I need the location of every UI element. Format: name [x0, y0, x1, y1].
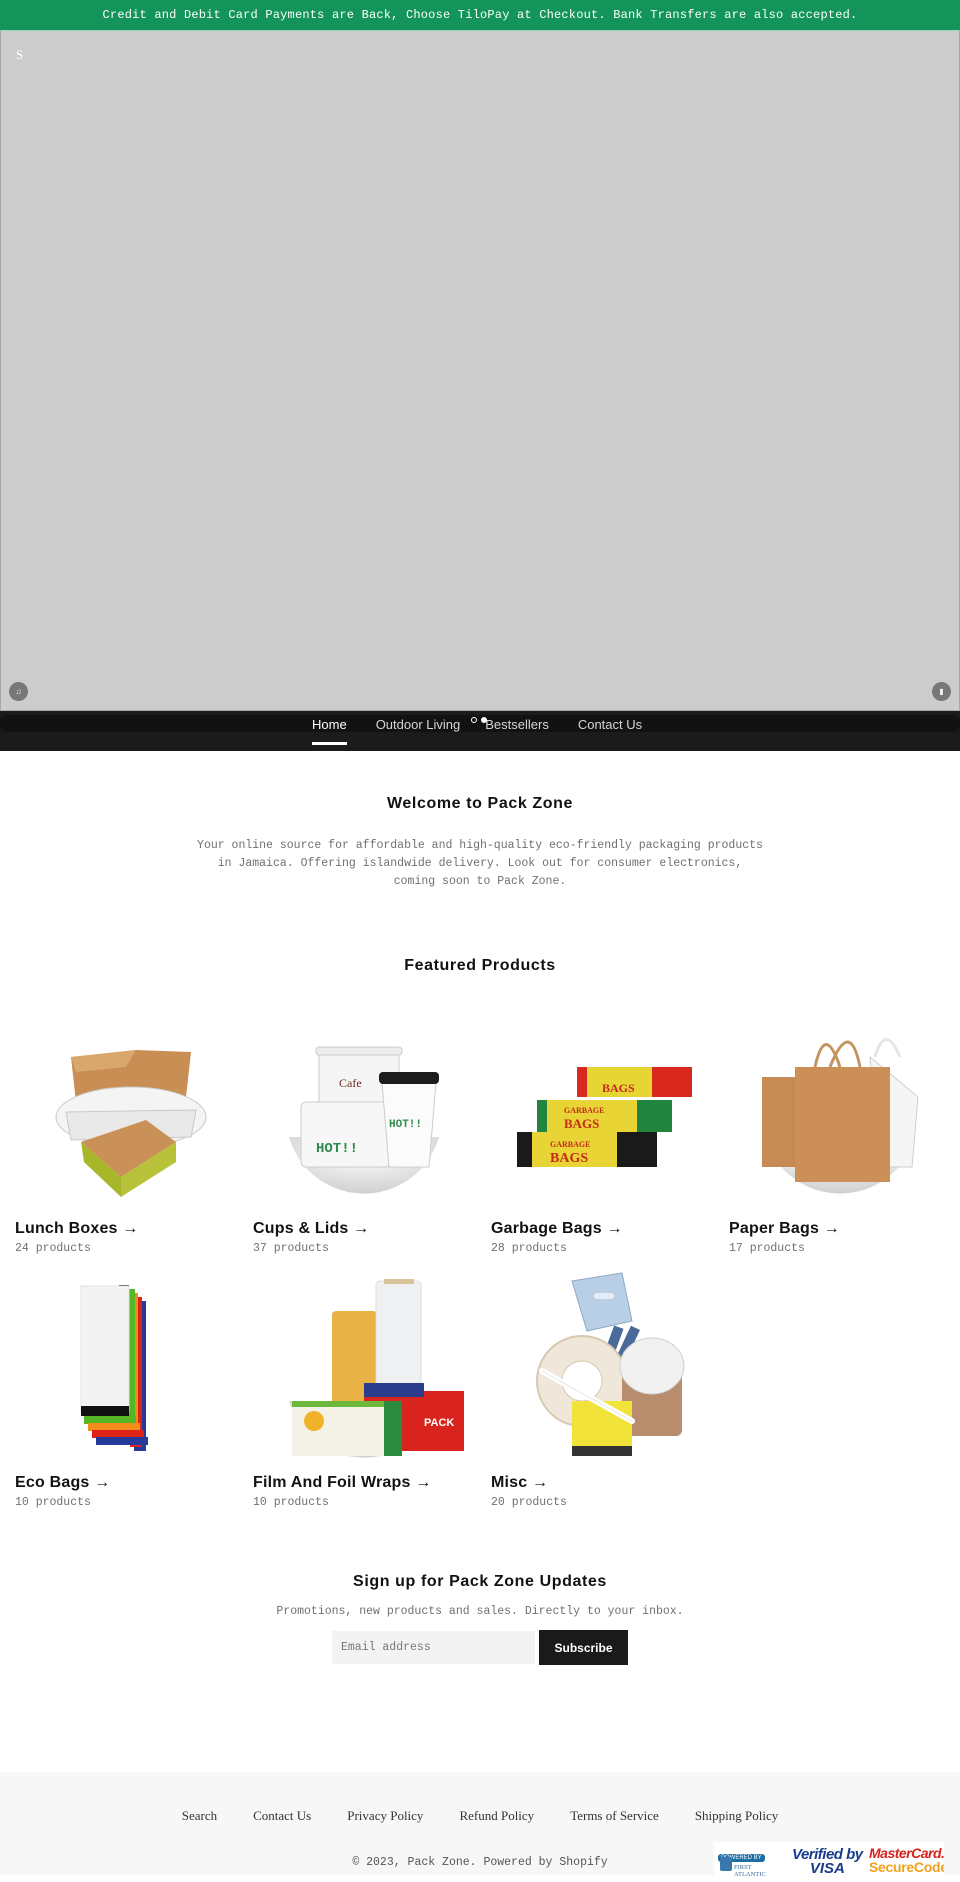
bags-label-3: BAGS: [550, 1151, 588, 1166]
announcement-text: Credit and Debit Card Payments are Back,…: [102, 8, 858, 22]
collection-title[interactable]: Film And Foil Wraps →: [253, 1474, 475, 1492]
collection-count: 20 products: [491, 1496, 567, 1509]
welcome-title: Welcome to Pack Zone: [387, 795, 573, 812]
slide-dot-2[interactable]: [481, 717, 487, 723]
footer-link-terms-of-service[interactable]: Terms of Service: [570, 1808, 659, 1824]
collection-card-eco-bags[interactable]: Eco Bags → 10 products: [15, 1271, 237, 1509]
slide-dot-1[interactable]: [471, 717, 477, 723]
nav-item-home[interactable]: Home: [312, 717, 347, 745]
bags-label-2: BAGS: [564, 1116, 599, 1131]
mc-text-2: SecureCode.: [869, 1859, 944, 1875]
footer-link-shipping-policy[interactable]: Shipping Policy: [695, 1808, 778, 1824]
garbage-label-1: BAGS: [602, 1081, 635, 1095]
globe-icon: [720, 1857, 732, 1871]
footer-link-refund-policy[interactable]: Refund Policy: [459, 1808, 534, 1824]
collection-title[interactable]: Lunch Boxes →: [15, 1220, 237, 1238]
collection-count: 24 products: [15, 1242, 91, 1255]
newsletter-section: Sign up for Pack Zone Updates Promotions…: [0, 1573, 960, 1665]
cups-lids-image: Cafe HOT!! HOT!!: [253, 1017, 475, 1207]
payment-badges: POWERED BY FIRST ATLANTIC Verified by VI…: [714, 1842, 944, 1882]
mastercard-securecode-badge: MasterCard. SecureCode.: [869, 1845, 944, 1875]
collection-card-paper-bags[interactable]: Paper Bags → 17 products: [729, 1017, 951, 1255]
footer-links: Search Contact Us Privacy Policy Refund …: [0, 1808, 960, 1824]
nav-item-contact-us[interactable]: Contact Us: [578, 717, 642, 732]
pack-label: PACK: [424, 1417, 454, 1429]
collection-title[interactable]: Cups & Lids →: [253, 1220, 475, 1238]
collection-title[interactable]: Garbage Bags →: [491, 1220, 713, 1238]
hero-slideshow: S ♫ ▮: [0, 30, 960, 711]
collection-grid: Lunch Boxes → 24 products Cafe HOT!! HOT…: [15, 1017, 960, 1509]
slideshow-pause-button[interactable]: ▮: [932, 682, 951, 701]
collection-title[interactable]: Paper Bags →: [729, 1220, 951, 1238]
garbage-label-3: GARBAGE: [550, 1140, 590, 1149]
slideshow-dots: [471, 717, 487, 723]
collection-count: 10 products: [15, 1496, 91, 1509]
eco-bags-image: [15, 1271, 237, 1461]
nav-menu: Home Outdoor Living Bestsellers Contact …: [312, 717, 671, 745]
collection-title[interactable]: Misc →: [491, 1474, 713, 1492]
footer: Search Contact Us Privacy Policy Refund …: [0, 1772, 960, 1882]
music-note-icon: ♫: [15, 686, 22, 696]
hot-label-1: HOT!!: [316, 1141, 358, 1157]
newsletter-title: Sign up for Pack Zone Updates: [353, 1573, 607, 1590]
footer-link-search[interactable]: Search: [182, 1808, 217, 1824]
fac-name-1: FIRST: [734, 1864, 752, 1871]
collection-card-film-foil-wraps[interactable]: PACK Film And Foil Wraps → 10 products: [253, 1271, 475, 1509]
film-foil-wraps-image: PACK: [253, 1271, 475, 1461]
paper-bags-image: [729, 1017, 951, 1207]
nav-item-outdoor-living[interactable]: Outdoor Living: [376, 717, 461, 732]
collection-count: 17 products: [729, 1242, 805, 1255]
featured-products-title: Featured Products: [404, 957, 556, 974]
collection-count: 37 products: [253, 1242, 329, 1255]
footer-link-privacy-policy[interactable]: Privacy Policy: [347, 1808, 423, 1824]
footer-link-contact-us[interactable]: Contact Us: [253, 1808, 311, 1824]
hero-corner-letter: S: [16, 47, 24, 62]
subscribe-button[interactable]: Subscribe: [539, 1630, 628, 1665]
collection-card-garbage-bags[interactable]: BAGS GARBAGE BAGS GARBAGE BAGS Garbage B…: [491, 1017, 713, 1255]
first-atlantic-commerce-badge: POWERED BY FIRST ATLANTIC: [718, 1846, 766, 1878]
hot-label-2: HOT!!: [389, 1119, 422, 1131]
collection-count: 10 products: [253, 1496, 329, 1509]
misc-image: [491, 1271, 713, 1461]
collection-card-lunch-boxes[interactable]: Lunch Boxes → 24 products: [15, 1017, 237, 1255]
announcement-bar: Credit and Debit Card Payments are Back,…: [0, 0, 960, 30]
collection-count: 28 products: [491, 1242, 567, 1255]
garbage-label-2: GARBAGE: [564, 1106, 604, 1115]
slideshow-prev-button[interactable]: ♫: [9, 682, 28, 701]
main-navigation: Home Outdoor Living Bestsellers Contact …: [0, 711, 960, 751]
garbage-bags-image: BAGS GARBAGE BAGS GARBAGE BAGS: [491, 1017, 713, 1207]
verified-by-visa-badge: Verified by VISA: [792, 1846, 863, 1877]
newsletter-form: Subscribe: [0, 1630, 960, 1665]
email-input[interactable]: [332, 1631, 535, 1664]
welcome-section: Welcome to Pack Zone Your online source …: [0, 751, 960, 891]
cafe-label: Cafe: [339, 1076, 362, 1090]
lunch-boxes-image: [15, 1017, 237, 1207]
collection-card-cups-lids[interactable]: Cafe HOT!! HOT!! Cups & Lids → 37 produc…: [253, 1017, 475, 1255]
collection-card-misc[interactable]: Misc → 20 products: [491, 1271, 713, 1509]
pause-icon: ▮: [939, 686, 944, 696]
newsletter-subtitle: Promotions, new products and sales. Dire…: [276, 1605, 684, 1618]
collection-title[interactable]: Eco Bags →: [15, 1474, 237, 1492]
welcome-body: Your online source for affordable and hi…: [197, 839, 763, 888]
nav-item-bestsellers[interactable]: Bestsellers: [485, 717, 549, 732]
